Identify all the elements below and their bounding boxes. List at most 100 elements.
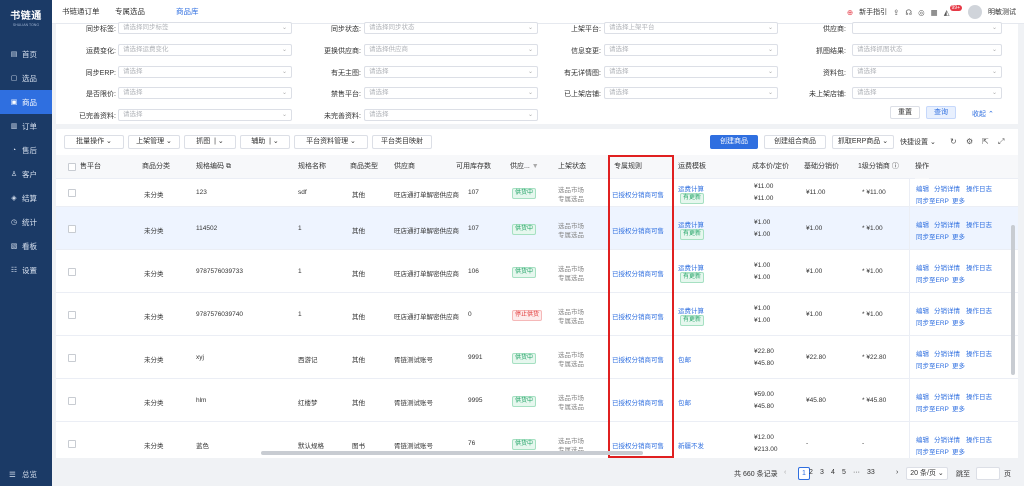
sidebar-item-9[interactable]: ☷ 设置 (0, 258, 52, 282)
page-6[interactable]: ··· (853, 469, 860, 476)
exclusive-rule-link[interactable]: 已授权分销商可售 (612, 225, 664, 235)
page-3[interactable]: 3 (820, 469, 824, 476)
exclusive-rule-link[interactable]: 已授权分销商可售 (612, 189, 664, 199)
sidebar-item-0[interactable]: ▤ 首页 (0, 42, 52, 66)
help-icon[interactable]: ⓘ (892, 163, 899, 170)
next-page-icon[interactable]: › (896, 469, 898, 476)
horizontal-scrollbar[interactable] (261, 451, 643, 455)
tab-product-library[interactable]: 商品库 (176, 0, 199, 24)
freight-link[interactable]: 运费计算 (678, 219, 704, 229)
table-row[interactable]: 未分类 xyj 西游记 其他 胥链测试账号 9991 供货中 选品市场 专属选品 已授权分销商可售… (56, 336, 1018, 379)
exclusive-rule-link[interactable]: 已授权分销商可售 (612, 311, 664, 321)
batch-operation-button[interactable]: 批量操作 ⌄ (64, 135, 124, 149)
guide-icon[interactable]: ⊕ (847, 8, 853, 17)
exclusive-rule-link[interactable]: 已授权分销商可售 (612, 440, 664, 450)
export-icon[interactable]: ⇱ (982, 137, 989, 146)
quick-settings-button[interactable]: 快捷设置 ⌄ (900, 137, 936, 147)
filter-select[interactable]: 请选择 ⌄ (364, 87, 538, 99)
tab-exclusive[interactable]: 专属选品 (115, 0, 145, 24)
filter-select[interactable]: 请选择上架平台 ⌄ (604, 22, 778, 34)
prev-page-icon[interactable]: ‹ (784, 469, 786, 476)
guide-link[interactable]: 新手指引 (859, 7, 887, 17)
page-4[interactable]: 4 (831, 469, 835, 476)
upload-icon[interactable]: ⇪ (893, 8, 899, 17)
row-checkbox[interactable] (68, 225, 76, 233)
jump-page-input[interactable] (976, 467, 1000, 480)
refresh-icon[interactable]: ↻ (950, 137, 957, 146)
filter-select[interactable]: 请选择 ⌄ (604, 66, 778, 78)
create-combo-product-button[interactable]: 创建组合商品 (764, 135, 826, 149)
sidebar-item-7[interactable]: ◷ 统计 (0, 210, 52, 234)
page-2[interactable]: 2 (809, 469, 813, 476)
table-row[interactable]: 未分类 9787576039740 1 其他 旺店通打单解密供应商 0 停止供货 选品市场 专属… (56, 293, 1018, 336)
table-row[interactable]: 未分类 9787576039733 1 其他 旺店通打单解密供应商 106 供货中 选品市场专… (56, 250, 1018, 293)
freight-link[interactable]: 运费计算 (678, 305, 704, 315)
table-row[interactable]: 未分类 114502 1 其他 旺店通打单解密供应商 107 供货中 选品市场 专属选品 已授权分… (56, 207, 1018, 250)
reset-button[interactable]: 重置 (890, 106, 920, 119)
filter-icon[interactable]: ▼ (532, 163, 539, 170)
logo[interactable]: 书链通 SHULIAN TONG (0, 0, 52, 34)
exclusive-rule-link[interactable]: 已授权分销商可售 (612, 397, 664, 407)
filter-select[interactable]: 请选择 ⌄ (118, 66, 292, 78)
freight-link[interactable]: 运费计算 (678, 262, 704, 272)
filter-select[interactable]: 请选择 ⌄ (118, 87, 292, 99)
copy-icon[interactable]: ⧉ (226, 163, 231, 170)
page-7[interactable]: 33 (867, 469, 875, 476)
sidebar-item-overview[interactable]: ☰ 总览 (0, 466, 52, 482)
sidebar-item-6[interactable]: ◈ 结算 (0, 186, 52, 210)
filter-select[interactable]: 请选择 ⌄ (852, 87, 1002, 99)
vertical-scrollbar[interactable] (1011, 225, 1015, 375)
headset-icon[interactable]: ◎ (918, 8, 925, 17)
assist-button[interactable]: 辅助 | ⌄ (240, 135, 290, 149)
sidebar-item-5[interactable]: ♙ 客户 (0, 162, 52, 186)
row-checkbox[interactable] (68, 354, 76, 362)
exclusive-rule-link[interactable]: 已授权分销商可售 (612, 268, 664, 278)
page-5[interactable]: 5 (842, 469, 846, 476)
table-row[interactable]: 未分类 hlm 红楼梦 其他 胥链测试账号 9995 供货中 选品市场 专属选品 已授权分销商可售… (56, 379, 1018, 422)
row-checkbox[interactable] (68, 440, 76, 448)
filter-select[interactable]: 请选择 ⌄ (118, 109, 292, 121)
filter-select[interactable]: 请选择抓图状态 ⌄ (852, 44, 1002, 56)
sidebar-item-1[interactable]: ▢ 选品 (0, 66, 52, 90)
collapse-link[interactable]: 收起 ⌃ (972, 109, 994, 119)
filter-select[interactable]: 请选择供应商 ⌄ (364, 44, 538, 56)
filter-select[interactable]: 请选择 ⌄ (852, 66, 1002, 78)
shelf-management-button[interactable]: 上架管理 ⌄ (128, 135, 180, 149)
sidebar-item-4[interactable]: ◔ 售后 (0, 138, 52, 162)
sidebar-item-2[interactable]: ▣ 商品 (0, 90, 52, 114)
filter-select[interactable]: 请选择 ⌄ (364, 66, 538, 78)
select-all-checkbox[interactable] (68, 163, 76, 171)
filter-select[interactable]: ⌄ (852, 22, 1002, 34)
freight-link[interactable]: 包邮 (678, 397, 691, 407)
row-checkbox[interactable] (68, 397, 76, 405)
tab-orders[interactable]: 书链通订单 (62, 0, 100, 24)
freight-link[interactable]: 新疆不发 (678, 440, 704, 450)
row-checkbox[interactable] (68, 311, 76, 319)
filter-select[interactable]: 请选择运费变化 ⌄ (118, 44, 292, 56)
calendar-icon[interactable]: ▦ (931, 8, 938, 17)
bell-icon[interactable]: ◭ (944, 8, 950, 17)
query-button[interactable]: 查询 (926, 106, 956, 119)
sidebar-item-8[interactable]: ▧ 看板 (0, 234, 52, 258)
user-name[interactable]: 明敏测试 (988, 7, 1016, 17)
filter-select[interactable]: 请选择 ⌄ (604, 87, 778, 99)
gear-icon[interactable]: ⚙ (966, 137, 973, 146)
exclusive-rule-link[interactable]: 已授权分销商可售 (612, 354, 664, 364)
platform-category-mapping-button[interactable]: 平台类目映射 (372, 135, 432, 149)
sidebar-item-3[interactable]: ▥ 订单 (0, 114, 52, 138)
fullscreen-icon[interactable]: ⤢ (998, 137, 1004, 147)
platform-data-management-button[interactable]: 平台资料管理 ⌄ (294, 135, 368, 149)
table-row[interactable]: 未分类 123 sdf 其他 旺店通打单解密供应商 107 供货中 选品市场 专属选品 已授权分销… (56, 179, 1018, 207)
capture-erp-button[interactable]: 抓取ERP商品 ⌄ (832, 135, 894, 149)
customer-service-icon[interactable]: ☊ (905, 8, 912, 17)
create-product-button[interactable]: 创建商品 (710, 135, 758, 149)
capture-button[interactable]: 抓图 | ⌄ (184, 135, 236, 149)
row-checkbox[interactable] (68, 268, 76, 276)
filter-select[interactable]: 请选择同步状态 ⌄ (364, 22, 538, 34)
filter-select[interactable]: 请选择 ⌄ (364, 109, 538, 121)
freight-link[interactable]: 运费计算 (678, 183, 704, 193)
filter-select[interactable]: 请选择 ⌄ (604, 44, 778, 56)
avatar[interactable] (968, 5, 982, 19)
row-checkbox[interactable] (68, 189, 76, 197)
freight-link[interactable]: 包邮 (678, 354, 691, 364)
